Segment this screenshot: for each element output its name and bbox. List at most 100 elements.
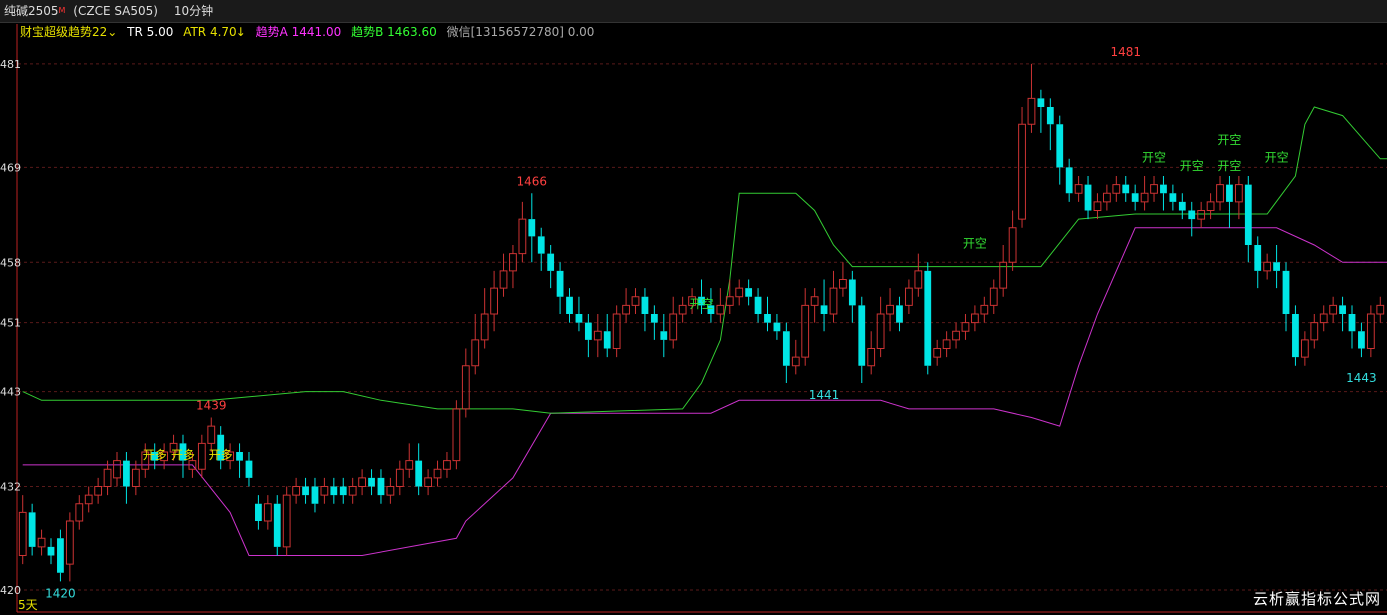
title-bar: 纯碱2505M (CZCE SA505) 10分钟 (0, 0, 1387, 23)
candle-body (1112, 184, 1121, 194)
candle-body (282, 494, 291, 548)
candle-body (820, 305, 828, 314)
candle (650, 305, 658, 340)
candle-body (18, 511, 27, 556)
candle (197, 434, 206, 478)
candle-body (1244, 184, 1252, 245)
candle (1254, 236, 1262, 289)
signal-label: 开空 (1265, 150, 1289, 164)
candle (839, 262, 847, 297)
candle (1282, 262, 1290, 332)
candle-body (622, 304, 630, 315)
indicator-name[interactable]: 财宝超级趋势22 (20, 25, 107, 39)
candle-body (678, 304, 687, 315)
candle (1122, 176, 1130, 202)
candle-body (952, 330, 960, 341)
candle-body (1310, 322, 1319, 341)
candle (131, 460, 140, 496)
candle (1093, 193, 1102, 220)
candle (537, 227, 545, 271)
chevron-down-icon[interactable]: ⌄ (107, 25, 117, 39)
indicator-wechat: 微信[13156572780] 0.00 (446, 25, 595, 39)
candle-body (1074, 184, 1083, 194)
candle-body (612, 313, 621, 349)
candle-body (942, 339, 951, 349)
candle (37, 529, 46, 556)
candle (236, 443, 243, 478)
candle-body (37, 537, 46, 548)
candle (18, 495, 27, 565)
candle-body (65, 520, 74, 565)
candle (339, 477, 347, 504)
candle-body (292, 486, 301, 496)
candle (123, 452, 130, 504)
candle (461, 348, 470, 418)
main-contract-marker: M (58, 6, 66, 15)
candle (924, 262, 932, 375)
candle-body (1178, 201, 1186, 211)
candle (612, 305, 621, 358)
candle (1358, 322, 1365, 358)
candle (584, 314, 592, 358)
candle-body (75, 503, 84, 522)
candle (914, 253, 923, 297)
period-selector[interactable]: 10分钟 (174, 4, 213, 18)
candle-body (1102, 192, 1111, 203)
y-axis: 481469458451443432420 (0, 24, 1387, 613)
candle-body (348, 486, 357, 496)
candle (933, 339, 942, 366)
candle (424, 469, 432, 496)
trend-lines (22, 106, 1387, 556)
candle (377, 469, 385, 504)
candle (660, 314, 668, 358)
indicator-trend-b: 趋势B 1463.60 (351, 25, 437, 39)
candle-body (377, 477, 385, 496)
signal-label: 开多 (171, 448, 195, 462)
candle-body (867, 348, 876, 367)
candle-body (989, 287, 998, 306)
candle-body (848, 279, 856, 306)
candle-body (236, 452, 243, 461)
candle-body (1150, 184, 1158, 194)
candle (1216, 176, 1224, 211)
candle-body (424, 477, 432, 487)
candle (1046, 98, 1054, 151)
candle-body (839, 279, 847, 289)
candle (452, 400, 461, 470)
candle-body (764, 314, 771, 323)
candle (103, 460, 112, 496)
signal-label: 开空 (963, 237, 987, 251)
days-label: 5天 (18, 598, 38, 612)
candle-body (311, 486, 319, 504)
candle-body (28, 512, 36, 547)
candle (509, 245, 517, 289)
indicator-trend-a: 趋势A 1441.00 (255, 25, 342, 39)
candle-body (1348, 314, 1356, 332)
watermark: 云析赢指标公式网 (1252, 590, 1381, 608)
candle-body (1065, 167, 1073, 194)
candle (1310, 314, 1319, 349)
candle-body (499, 270, 508, 289)
y-tick-label: 481 (0, 58, 21, 71)
candle (1140, 176, 1149, 211)
candle (716, 288, 725, 323)
candle-body (197, 442, 206, 470)
candle-body (1329, 304, 1338, 315)
candle (1188, 201, 1196, 237)
candle-body (980, 304, 989, 315)
candle-body (528, 219, 536, 237)
candle (113, 452, 121, 487)
candle-body (566, 296, 573, 314)
candle-body (773, 322, 781, 332)
candle-body (443, 460, 451, 470)
candle (810, 288, 819, 323)
candle-body (575, 314, 583, 323)
indicator-legend: 财宝超级趋势22⌄ TR 5.00 ATR 4.70↓ 趋势A 1441.00 … (20, 23, 600, 41)
candle (405, 443, 414, 478)
candle (84, 486, 93, 513)
signal-label: 开多 (209, 448, 233, 462)
candle (1102, 184, 1111, 211)
candle-body (669, 313, 678, 341)
candle (829, 270, 838, 323)
candle-body (1084, 184, 1092, 211)
